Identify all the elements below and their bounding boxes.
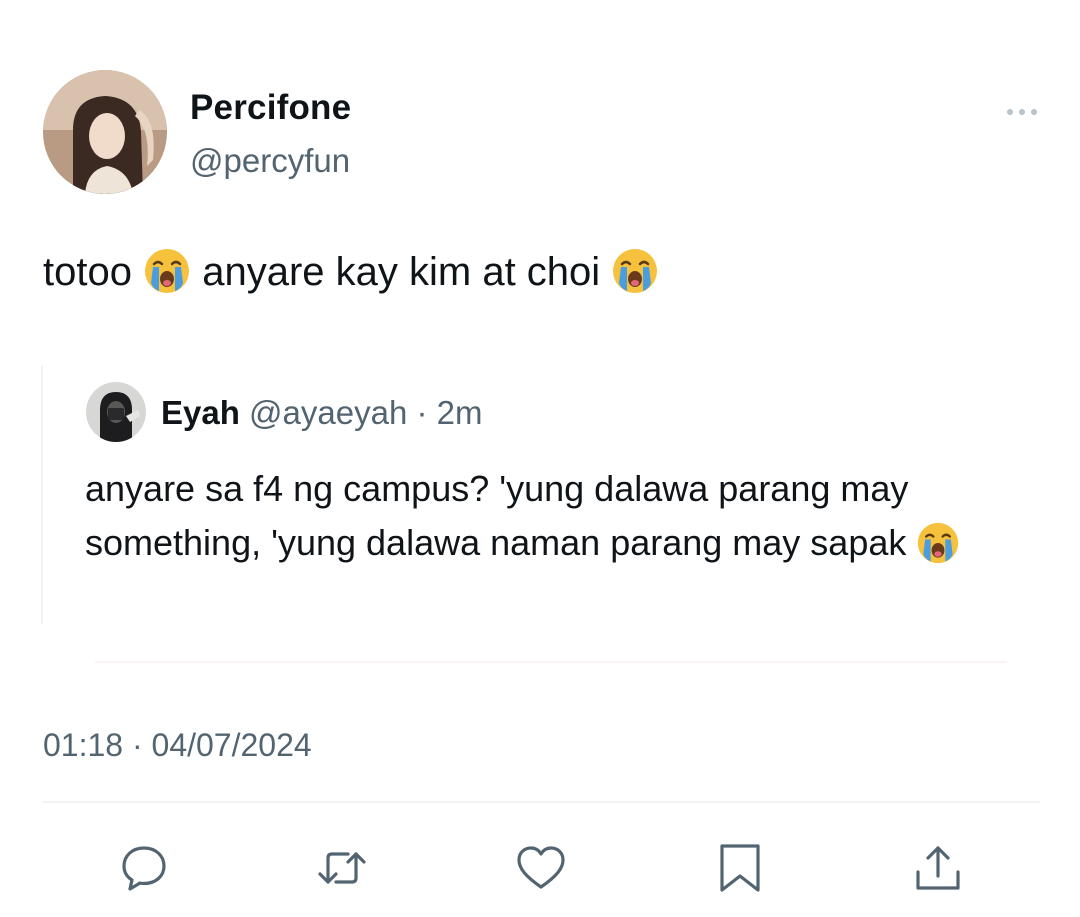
quote-avatar-photo [86, 382, 146, 442]
quote-divider [95, 661, 1007, 663]
quote-header: Eyah @ayaeyah · 2m [161, 394, 483, 432]
more-options-icon[interactable] [1004, 102, 1040, 122]
tweet-text-part-2: anyare kay kim at choi [202, 250, 601, 294]
author-avatar[interactable] [43, 70, 167, 194]
quote-time: 2m [436, 394, 483, 431]
reply-button[interactable] [118, 842, 170, 894]
avatar-photo [43, 70, 167, 194]
action-bar-divider [43, 801, 1040, 803]
crying-face-emoji-icon [916, 521, 960, 580]
tweet-text: totoo anyare kay kim at choi [43, 246, 659, 308]
retweet-icon [318, 852, 366, 884]
quoted-tweet[interactable]: Eyah @ayaeyah · 2m anyare sa f4 ng campu… [41, 366, 1009, 624]
bookmark-icon [720, 844, 760, 892]
quote-text: anyare sa f4 ng campus? 'yung dalawa par… [85, 462, 985, 580]
bookmark-button[interactable] [714, 842, 766, 894]
tweet-text-part-1: totoo [43, 250, 132, 294]
quote-author-name[interactable]: Eyah [161, 394, 240, 431]
quote-separator: · [416, 394, 428, 431]
retweet-button[interactable] [316, 842, 368, 894]
author-handle[interactable]: @percyfun [190, 142, 350, 180]
share-icon [916, 846, 960, 890]
like-icon [517, 846, 565, 889]
like-button[interactable] [515, 842, 567, 894]
quote-author-handle[interactable]: @ayaeyah [249, 394, 407, 431]
crying-face-emoji-icon [143, 247, 191, 308]
author-name[interactable]: Percifone [190, 88, 351, 128]
quote-author-avatar[interactable] [86, 382, 146, 442]
reply-icon [122, 846, 166, 891]
crying-face-emoji-icon [611, 247, 659, 308]
quote-body: anyare sa f4 ng campus? 'yung dalawa par… [85, 468, 909, 563]
tweet-timestamp[interactable]: 01:18 · 04/07/2024 [43, 727, 312, 764]
share-button[interactable] [912, 842, 964, 894]
